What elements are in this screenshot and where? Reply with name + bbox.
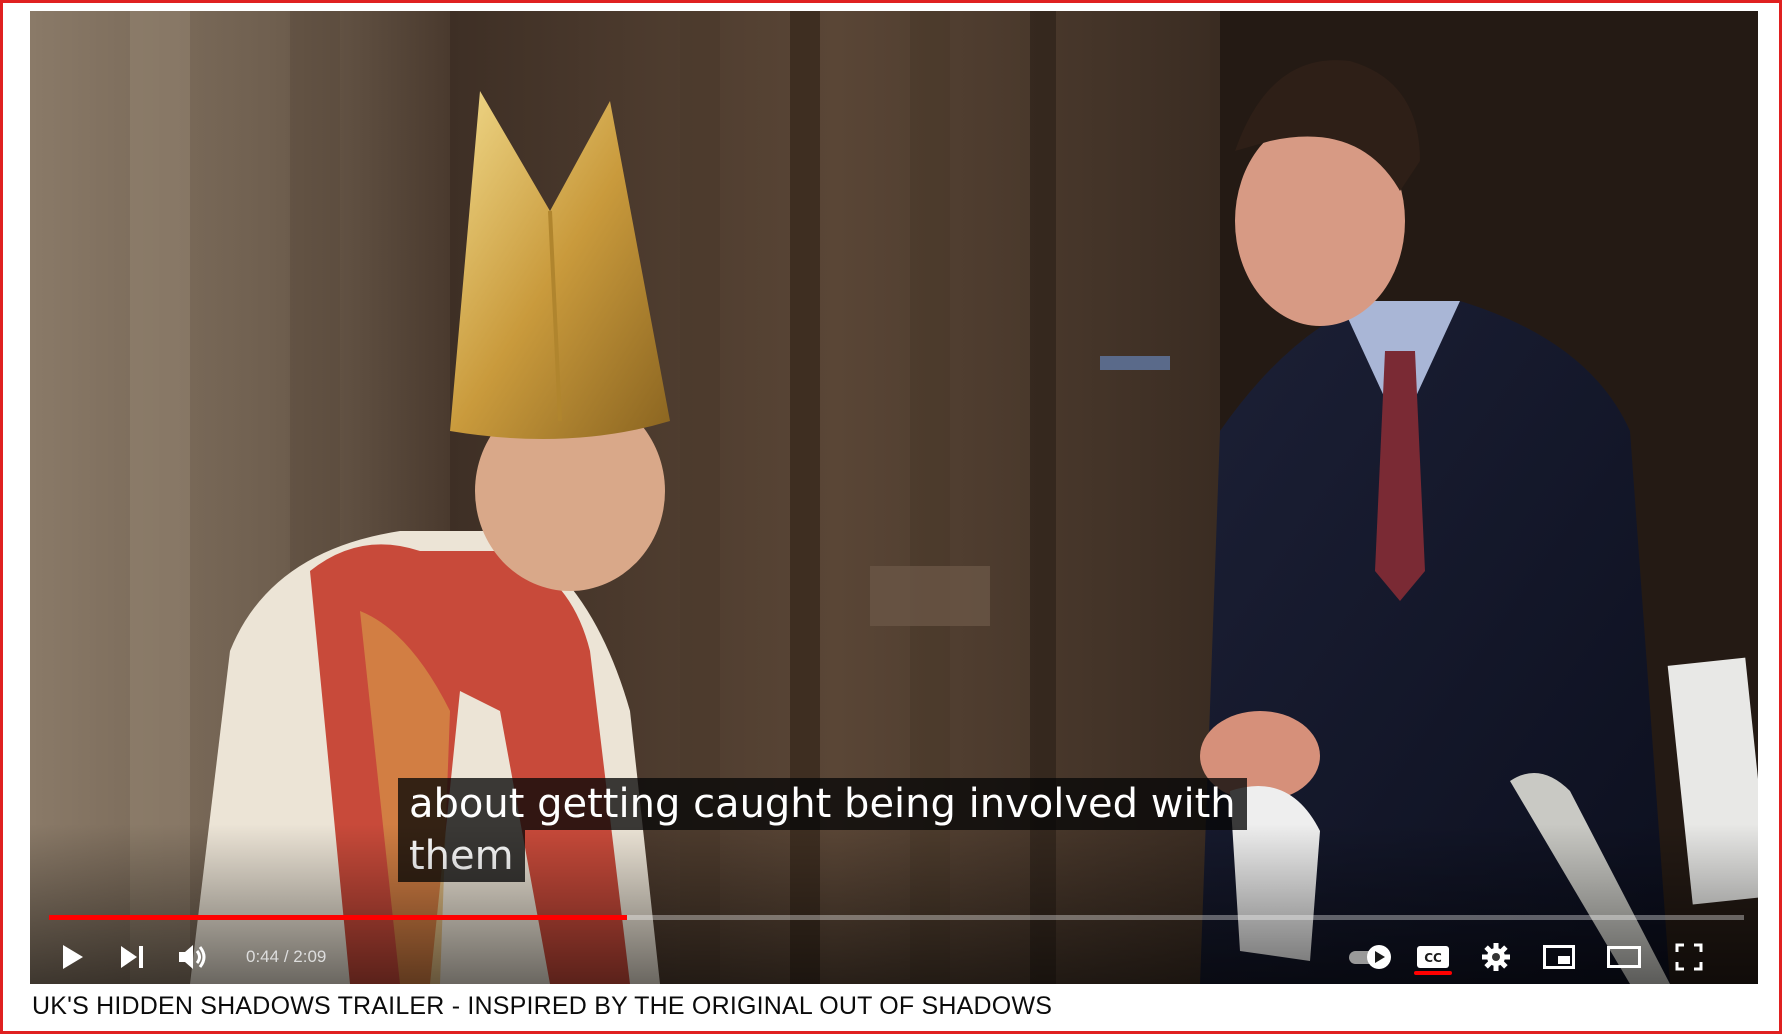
total-time: 2:09 [293,947,327,966]
next-icon [121,946,143,968]
captions-button[interactable]: CC [1408,933,1458,981]
theater-mode-button[interactable] [1596,933,1652,981]
autoplay-toggle[interactable] [1342,933,1400,981]
fullscreen-icon [1675,943,1703,971]
miniplayer-button[interactable] [1534,933,1584,981]
settings-button[interactable] [1471,933,1521,981]
screenshot-frame: about getting caught being involved with… [0,0,1782,1034]
progress-bar[interactable] [49,915,1744,920]
play-icon [63,945,83,969]
fullscreen-button[interactable] [1664,933,1714,981]
progress-played [49,915,627,920]
next-button[interactable] [110,933,154,981]
control-bar: 0:44 / 2:09 CC [30,933,1758,981]
volume-icon [179,945,206,969]
cc-icon: CC [1417,946,1449,968]
caption-overlay: about getting caught being involved with… [398,778,1247,882]
captions-active-indicator [1414,971,1452,975]
gear-icon [1482,943,1510,971]
video-title[interactable]: UK'S HIDDEN SHADOWS TRAILER - INSPIRED B… [32,992,1052,1021]
autoplay-toggle-icon [1349,945,1391,969]
miniplayer-icon [1543,945,1575,969]
theater-mode-icon [1607,946,1641,968]
time-separator: / [279,947,294,966]
caption-line-1: about getting caught being involved with [398,778,1247,830]
svg-text:CC: CC [1424,951,1442,965]
video-player[interactable]: about getting caught being involved with… [30,11,1758,984]
current-time: 0:44 [246,947,280,966]
time-display: 0:44 / 2:09 [246,933,326,981]
volume-button[interactable] [168,933,218,981]
caption-line-2: them [398,830,525,882]
play-button[interactable] [50,933,94,981]
